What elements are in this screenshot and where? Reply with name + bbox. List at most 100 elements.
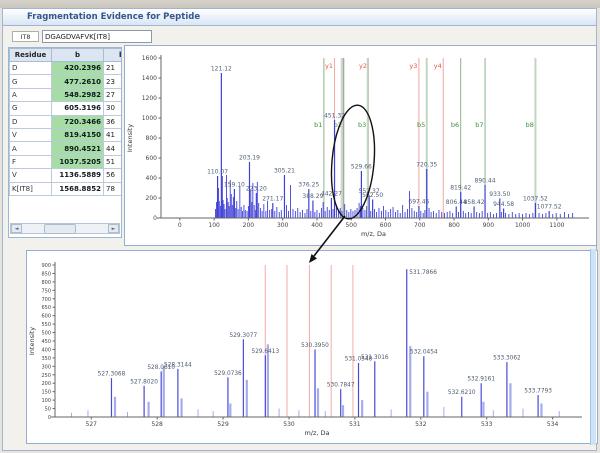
peak-value-label: 271.17 bbox=[262, 196, 283, 203]
col-header-residue[interactable]: Residue bbox=[10, 49, 52, 62]
x-tick-label: 400 bbox=[311, 222, 323, 229]
table-horizontal-scrollbar[interactable]: ◄ ► bbox=[10, 223, 120, 234]
y-tick-label: 100 bbox=[41, 398, 51, 404]
y-tick-label: 0 bbox=[153, 215, 157, 222]
peak-value-label: 531.3016 bbox=[361, 355, 389, 361]
scrollbar-track[interactable] bbox=[22, 224, 108, 233]
x-tick-label: 200 bbox=[243, 222, 255, 229]
b-ion-cell: 477.2610 bbox=[52, 75, 104, 88]
b-ion-cell: 1136.5889 bbox=[52, 169, 104, 182]
peak-value-label: 532.9161 bbox=[467, 377, 495, 383]
residue-cell: D bbox=[10, 115, 52, 128]
y-tick-label: 1200 bbox=[142, 95, 157, 102]
y-tick-label: 800 bbox=[41, 280, 51, 286]
y-tick-label: 250 bbox=[41, 373, 51, 379]
b-ion-label: b5 bbox=[417, 121, 425, 129]
scroll-right-icon[interactable]: ► bbox=[108, 224, 119, 233]
b-next-cell: 41 bbox=[104, 128, 123, 141]
y-tick-label: 650 bbox=[41, 305, 51, 311]
b-ion-label: b3 bbox=[358, 121, 366, 129]
residue-cell: K[IT8] bbox=[10, 182, 52, 195]
b-ion-cell: 1037.5205 bbox=[52, 155, 104, 168]
table-row[interactable]: F1037.520551 bbox=[10, 155, 123, 168]
table-row[interactable]: D420.239621 bbox=[10, 62, 123, 75]
table-row[interactable]: A890.452144 bbox=[10, 142, 123, 155]
scroll-left-icon[interactable]: ◄ bbox=[11, 224, 22, 233]
peak-value-label: 532.0454 bbox=[410, 350, 438, 356]
peak-value-label: 530.7847 bbox=[327, 383, 355, 389]
x-tick-label: 800 bbox=[448, 222, 460, 229]
fragment-table-panel: Residue b b D420.239621G477.261023A548.2… bbox=[8, 47, 122, 238]
x-tick-label: 700 bbox=[414, 222, 426, 229]
x-tick-label: 600 bbox=[380, 222, 392, 229]
peak-value-label: 527.3068 bbox=[98, 372, 126, 378]
b-next-cell: 21 bbox=[104, 62, 123, 75]
x-tick-label: 530 bbox=[283, 421, 295, 428]
col-header-b-next[interactable]: b bbox=[104, 49, 123, 62]
table-row[interactable]: A548.298227 bbox=[10, 88, 123, 101]
y-tick-label: 1000 bbox=[142, 115, 157, 122]
residue-cell: V bbox=[10, 169, 52, 182]
y-tick-label: 150 bbox=[41, 390, 51, 396]
y-axis-title: Intensity bbox=[126, 124, 134, 152]
x-tick-label: 532 bbox=[415, 421, 427, 428]
y-tick-label: 700 bbox=[41, 297, 51, 303]
b-ion-label: b6 bbox=[451, 121, 459, 129]
zoomed-spectrum-panel: 527.3068527.8020528.0610528.3144529.0736… bbox=[26, 250, 598, 444]
window-scrollbar[interactable] bbox=[590, 249, 596, 445]
b-next-cell: 23 bbox=[104, 75, 123, 88]
peak-value-label: 530.3950 bbox=[301, 343, 329, 349]
peak-value-label: 442.27 bbox=[321, 191, 342, 198]
desktop-strip bbox=[0, 0, 600, 8]
y-tick-label: 800 bbox=[146, 135, 158, 142]
fragmentation-window: Fragmentation Evidence for Peptide IT8 R… bbox=[2, 8, 597, 451]
y-tick-label: 1600 bbox=[142, 55, 157, 62]
b-next-cell: 78 bbox=[104, 182, 123, 195]
x-tick-label: 500 bbox=[345, 222, 357, 229]
b-ion-cell: 890.4521 bbox=[52, 142, 104, 155]
peak-value-label: 527.8020 bbox=[130, 379, 158, 385]
full-spectrum-chart[interactable]: y1y2y3y4b1b2b3b5b6b7b8110.07121.12159.10… bbox=[125, 46, 596, 245]
window-titlebar[interactable]: Fragmentation Evidence for Peptide bbox=[3, 9, 596, 26]
table-row[interactable]: K[IT8]1568.885278 bbox=[10, 182, 123, 195]
peptide-sequence-input[interactable] bbox=[42, 30, 152, 43]
x-tick-label: 0 bbox=[178, 222, 182, 229]
y-ion-label: y3 bbox=[409, 62, 417, 70]
y-tick-label: 200 bbox=[41, 381, 51, 387]
peak-value-label: 533.7793 bbox=[524, 389, 552, 395]
peak-value-label: 451.32 bbox=[324, 113, 345, 120]
x-tick-label: 533 bbox=[481, 421, 493, 428]
y-tick-label: 300 bbox=[41, 364, 51, 370]
x-tick-label: 300 bbox=[277, 222, 289, 229]
peak-value-label: 110.07 bbox=[207, 169, 228, 176]
col-header-b[interactable]: b bbox=[52, 49, 104, 62]
table-row[interactable]: V1136.588956 bbox=[10, 169, 123, 182]
peak-value-label: 376.25 bbox=[298, 182, 319, 189]
x-tick-label: 527 bbox=[86, 421, 98, 428]
residue-cell: G bbox=[10, 102, 52, 115]
peak-value-label: 944.58 bbox=[493, 201, 514, 208]
table-row[interactable]: V819.415041 bbox=[10, 128, 123, 141]
table-row[interactable]: G477.261023 bbox=[10, 75, 123, 88]
zoomed-spectrum-chart[interactable]: 527.3068527.8020528.0610528.3144529.0736… bbox=[27, 251, 597, 443]
peak-value-label: 159.10 bbox=[224, 182, 245, 189]
x-axis-title: m/z, Da bbox=[361, 230, 386, 238]
table-row[interactable]: D720.346636 bbox=[10, 115, 123, 128]
peak-value-label: 532.6210 bbox=[448, 390, 476, 396]
b-next-cell: 56 bbox=[104, 169, 123, 182]
residue-cell: A bbox=[10, 88, 52, 101]
peak-value-label: 529.66 bbox=[351, 164, 372, 171]
x-tick-label: 1100 bbox=[549, 222, 564, 229]
b-ion-cell: 1568.8852 bbox=[52, 182, 104, 195]
scrollbar-thumb[interactable] bbox=[44, 224, 76, 234]
peak-value-label: 720.35 bbox=[416, 162, 437, 169]
residue-cell: D bbox=[10, 62, 52, 75]
residue-cell: G bbox=[10, 75, 52, 88]
y-ion-label: y2 bbox=[359, 62, 367, 70]
b-ion-cell: 819.4150 bbox=[52, 128, 104, 141]
b-ion-cell: 720.3466 bbox=[52, 115, 104, 128]
table-row[interactable]: G605.319630 bbox=[10, 102, 123, 115]
y-tick-label: 400 bbox=[41, 347, 51, 353]
peak-value-label: 933.50 bbox=[489, 191, 510, 198]
residue-cell: V bbox=[10, 128, 52, 141]
